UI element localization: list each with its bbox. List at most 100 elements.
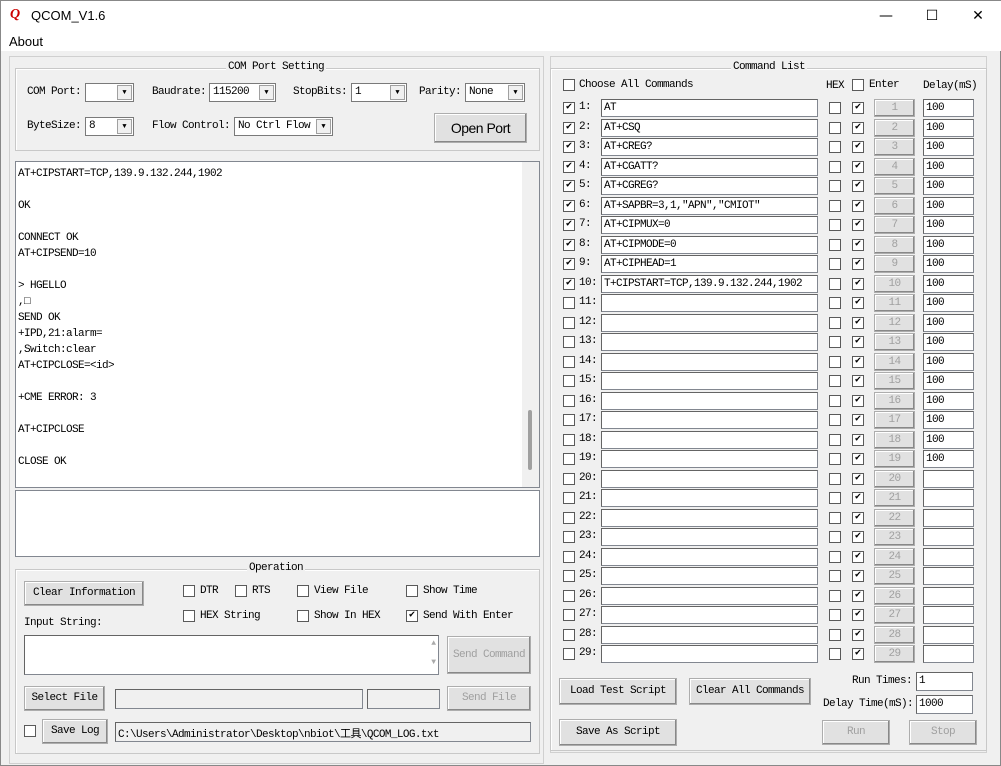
command-input[interactable] [601,528,818,546]
command-input[interactable] [601,567,818,585]
send-command-number-button[interactable]: 23 [874,528,915,546]
command-enter-checkbox[interactable]: ✔ [852,550,864,563]
maximize-button[interactable]: ☐ [909,1,955,31]
send-command-number-button[interactable]: 12 [874,313,915,332]
command-hex-checkbox[interactable] [829,180,841,192]
command-select-checkbox[interactable] [563,589,575,602]
send-command-number-button[interactable]: 20 [874,469,915,488]
command-enter-checkbox[interactable]: ✔ [852,102,864,114]
command-enter-checkbox[interactable]: ✔ [852,316,864,329]
send-command-number-button[interactable]: 18 [874,430,915,449]
command-input[interactable] [601,430,818,449]
command-select-checkbox[interactable]: ✔ [563,102,575,114]
close-button[interactable]: ✕ [955,1,1001,31]
select-file-button[interactable]: Select File [24,686,105,711]
command-delay-input[interactable]: 100 [923,216,974,234]
run-times-field[interactable]: 1 [916,672,973,691]
open-port-button[interactable]: Open Port [434,113,527,143]
command-delay-input[interactable]: 100 [923,99,974,117]
send-command-number-button[interactable]: 19 [874,450,915,468]
send-command-number-button[interactable]: 9 [874,255,915,273]
command-delay-input[interactable]: 100 [923,235,974,254]
command-enter-checkbox[interactable]: ✔ [852,180,864,192]
command-hex-checkbox[interactable] [829,219,841,231]
command-select-checkbox[interactable] [563,648,575,660]
command-select-checkbox[interactable] [563,570,575,582]
send-with-enter-checkbox[interactable]: ✔ [406,610,418,622]
command-input[interactable] [601,391,818,410]
command-input[interactable] [601,294,818,312]
command-delay-input[interactable]: 100 [923,294,974,312]
command-input[interactable] [601,352,818,371]
command-input[interactable] [601,450,818,468]
command-delay-input[interactable]: 100 [923,430,974,449]
send-command-number-button[interactable]: 7 [874,216,915,234]
enter-all-checkbox[interactable] [852,79,864,91]
view-file-checkbox[interactable] [297,585,309,597]
command-delay-input[interactable] [923,528,974,546]
show-in-hex-checkbox[interactable] [297,610,309,622]
command-hex-checkbox[interactable] [829,570,841,582]
send-command-number-button[interactable]: 2 [874,118,915,137]
command-input[interactable]: AT+CGATT? [601,157,818,176]
command-select-checkbox[interactable] [563,316,575,329]
command-hex-checkbox[interactable] [829,121,841,134]
send-command-number-button[interactable]: 11 [874,294,915,312]
command-select-checkbox[interactable] [563,453,575,465]
send-command-number-button[interactable]: 4 [874,157,915,176]
command-select-checkbox[interactable]: ✔ [563,121,575,134]
command-enter-checkbox[interactable]: ✔ [852,511,864,524]
send-buffer-area[interactable] [15,490,540,557]
command-hex-checkbox[interactable] [829,531,841,543]
parity-select[interactable]: None ▼ [465,83,525,102]
command-delay-input[interactable] [923,625,974,644]
load-test-script-button[interactable]: Load Test Script [559,678,677,705]
command-select-checkbox[interactable] [563,609,575,621]
command-select-checkbox[interactable] [563,628,575,641]
command-enter-checkbox[interactable]: ✔ [852,570,864,582]
command-input[interactable] [601,586,818,605]
command-select-checkbox[interactable] [563,297,575,309]
command-hex-checkbox[interactable] [829,492,841,504]
command-enter-checkbox[interactable]: ✔ [852,648,864,660]
hex-string-checkbox[interactable] [183,610,195,622]
command-enter-checkbox[interactable]: ✔ [852,453,864,465]
command-hex-checkbox[interactable] [829,141,841,153]
send-command-number-button[interactable]: 21 [874,489,915,507]
command-select-checkbox[interactable] [563,433,575,446]
command-enter-checkbox[interactable]: ✔ [852,121,864,134]
send-command-number-button[interactable]: 15 [874,372,915,390]
command-hex-checkbox[interactable] [829,648,841,660]
command-enter-checkbox[interactable]: ✔ [852,141,864,153]
command-delay-input[interactable]: 100 [923,372,974,390]
command-select-checkbox[interactable] [563,414,575,426]
command-delay-input[interactable]: 100 [923,352,974,371]
command-enter-checkbox[interactable]: ✔ [852,336,864,348]
send-command-number-button[interactable]: 28 [874,625,915,644]
command-select-checkbox[interactable]: ✔ [563,219,575,231]
send-command-number-button[interactable]: 16 [874,391,915,410]
command-enter-checkbox[interactable]: ✔ [852,258,864,270]
command-enter-checkbox[interactable]: ✔ [852,355,864,368]
command-input[interactable] [601,625,818,644]
save-log-checkbox[interactable] [24,725,36,737]
clear-information-button[interactable]: Clear Information [24,581,144,606]
send-command-number-button[interactable]: 24 [874,547,915,566]
command-select-checkbox[interactable] [563,550,575,563]
send-command-number-button[interactable]: 27 [874,606,915,624]
command-hex-checkbox[interactable] [829,414,841,426]
command-enter-checkbox[interactable]: ✔ [852,492,864,504]
command-select-checkbox[interactable] [563,394,575,407]
command-select-checkbox[interactable] [563,492,575,504]
save-log-button[interactable]: Save Log [42,719,108,744]
scroll-down-icon[interactable]: ▼ [431,658,436,667]
menu-about[interactable]: About [9,34,43,49]
command-input[interactable]: AT+CIPMODE=0 [601,235,818,254]
command-enter-checkbox[interactable]: ✔ [852,394,864,407]
command-input[interactable] [601,547,818,566]
command-delay-input[interactable]: 100 [923,157,974,176]
command-select-checkbox[interactable] [563,511,575,524]
command-input[interactable] [601,372,818,390]
command-enter-checkbox[interactable]: ✔ [852,277,864,290]
send-command-number-button[interactable]: 29 [874,645,915,663]
